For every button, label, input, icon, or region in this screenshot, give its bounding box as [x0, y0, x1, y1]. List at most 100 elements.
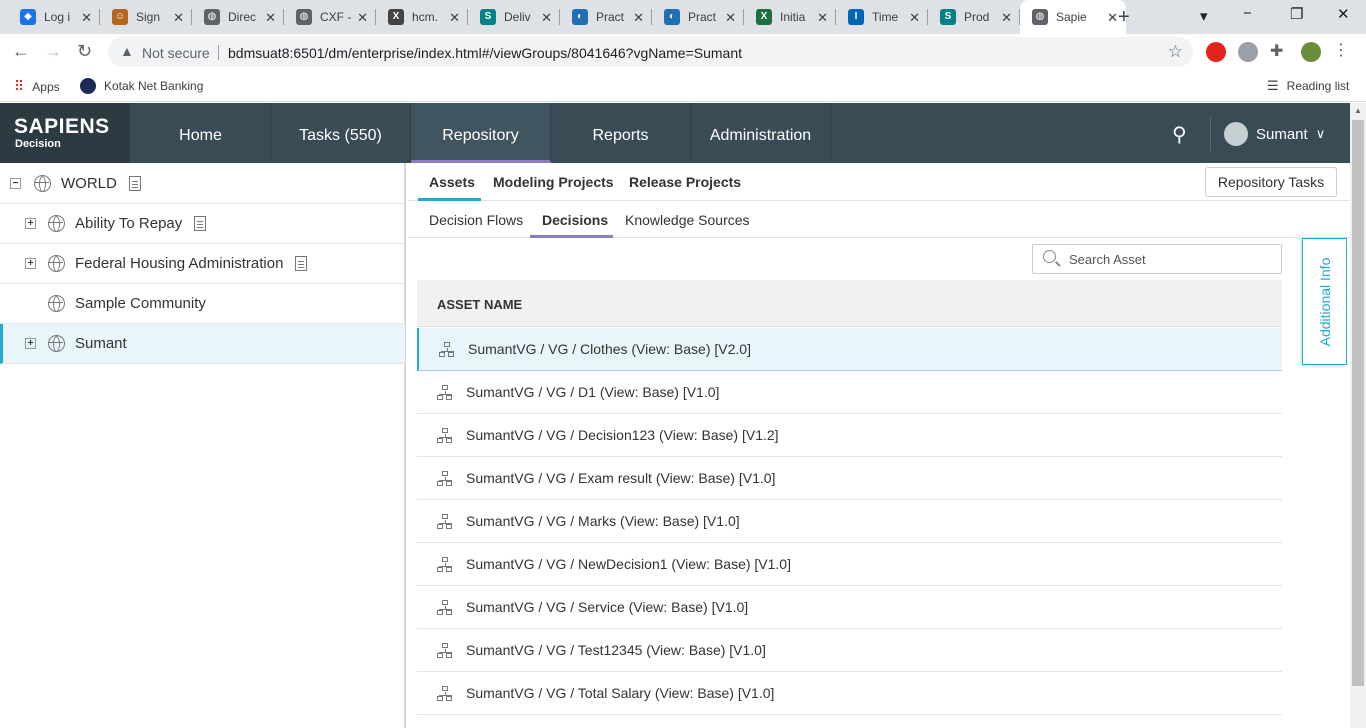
tab-title: Prod: [964, 10, 990, 24]
browser-tab[interactable]: ◍ Sapie ✕: [1020, 0, 1126, 34]
asset-name[interactable]: SumantVG / VG / NewDecision1 (View: Base…: [466, 556, 791, 572]
tab-search-icon[interactable]: ▾: [1200, 7, 1208, 25]
address-bar[interactable]: ▲ Not secure bdmsuat8:6501/dm/enterprise…: [108, 37, 1193, 67]
collapse-icon[interactable]: −: [10, 178, 21, 189]
sapiens-logo[interactable]: SAPIENS Decision: [0, 103, 130, 163]
search-icon[interactable]: ⚲: [1172, 122, 1187, 147]
document-icon[interactable]: [129, 176, 141, 191]
tree-node[interactable]: + Federal Housing Administration: [0, 244, 405, 284]
browser-tab[interactable]: ☺ Sign ✕: [100, 0, 192, 34]
globe-icon: [48, 255, 65, 272]
profile-avatar[interactable]: [1301, 42, 1321, 62]
back-icon[interactable]: ←: [12, 41, 30, 62]
minimize-icon[interactable]: −: [1243, 5, 1252, 22]
extension-icon[interactable]: [1238, 42, 1258, 62]
close-tab-icon[interactable]: ✕: [173, 10, 184, 26]
decision-tree-icon: [439, 342, 456, 358]
subtab-decision-flows[interactable]: Decision Flows: [429, 212, 523, 228]
maximize-icon[interactable]: ❐: [1290, 5, 1303, 23]
bookmark-apps[interactable]: ⠿ Apps: [14, 78, 60, 95]
browser-tab[interactable]: ◐ Pract ✕: [652, 0, 744, 34]
subtab-knowledge-sources[interactable]: Knowledge Sources: [625, 212, 750, 228]
scrollbar-thumb[interactable]: [1352, 120, 1364, 686]
table-row[interactable]: SumantVG / VG / Service (View: Base) [V1…: [417, 586, 1282, 629]
browser-tab[interactable]: S Prod ✕: [928, 0, 1020, 34]
repository-tasks-button[interactable]: Repository Tasks: [1205, 167, 1337, 197]
table-row[interactable]: SumantVG / VG / NewDecision1 (View: Base…: [417, 543, 1282, 586]
close-tab-icon[interactable]: ✕: [449, 10, 460, 26]
reload-icon[interactable]: ↻: [77, 41, 92, 62]
asset-name[interactable]: SumantVG / VG / Total Salary (View: Base…: [466, 685, 774, 701]
table-row[interactable]: SumantVG / VG / Decision123 (View: Base)…: [417, 414, 1282, 457]
globe-icon: [48, 335, 65, 352]
tab-title: Sapie: [1056, 10, 1087, 24]
expand-icon[interactable]: +: [25, 338, 36, 349]
nav-item-tasks[interactable]: Tasks (550): [271, 103, 411, 163]
bookmark-star-icon[interactable]: ☆: [1168, 42, 1183, 62]
close-tab-icon[interactable]: ✕: [1107, 10, 1118, 26]
puzzle-icon[interactable]: ✚: [1270, 41, 1290, 61]
nav-item-repository[interactable]: Repository: [411, 103, 551, 163]
tree-node[interactable]: Sample Community: [0, 284, 405, 324]
bookmark-kotak[interactable]: Kotak Net Banking: [80, 78, 203, 94]
nav-item-home[interactable]: Home: [131, 103, 271, 163]
close-tab-icon[interactable]: ✕: [81, 10, 92, 26]
tab-assets[interactable]: Assets: [429, 174, 475, 190]
table-row[interactable]: SumantVG / VG / Marks (View: Base) [V1.0…: [417, 500, 1282, 543]
nav-item-reports[interactable]: Reports: [551, 103, 691, 163]
user-menu[interactable]: Sumant ∨: [1224, 122, 1325, 146]
page-scrollbar[interactable]: ▲: [1350, 103, 1366, 728]
nav-item-administration[interactable]: Administration: [691, 103, 831, 163]
url-text[interactable]: bdmsuat8:6501/dm/enterprise/index.html#/…: [228, 45, 742, 61]
search-asset-input[interactable]: Search Asset: [1032, 244, 1282, 274]
table-row[interactable]: SumantVG / VG / Clothes (View: Base) [V2…: [417, 328, 1282, 371]
browser-tab[interactable]: ◐ Pract ✕: [560, 0, 652, 34]
close-tab-icon[interactable]: ✕: [909, 10, 920, 26]
browser-tab[interactable]: ◍ CXF - ✕: [284, 0, 376, 34]
tree-node[interactable]: + Sumant: [0, 324, 405, 364]
browser-tab[interactable]: Xhcm. ✕: [376, 0, 468, 34]
forward-icon[interactable]: →: [44, 41, 62, 62]
reading-list[interactable]: ☰ Reading list: [1267, 78, 1349, 94]
document-icon[interactable]: [194, 216, 206, 231]
asset-name[interactable]: SumantVG / VG / Clothes (View: Base) [V2…: [468, 341, 751, 357]
close-tab-icon[interactable]: ✕: [633, 10, 644, 26]
close-tab-icon[interactable]: ✕: [541, 10, 552, 26]
asset-name[interactable]: SumantVG / VG / Test12345 (View: Base) […: [466, 642, 766, 658]
asset-name[interactable]: SumantVG / VG / Decision123 (View: Base)…: [466, 427, 779, 443]
document-icon[interactable]: [295, 256, 307, 271]
asset-name[interactable]: SumantVG / VG / Exam result (View: Base)…: [466, 470, 775, 486]
asset-name[interactable]: SumantVG / VG / D1 (View: Base) [V1.0]: [466, 384, 719, 400]
new-tab-button[interactable]: +: [1118, 6, 1130, 29]
asset-name[interactable]: SumantVG / VG / Service (View: Base) [V1…: [466, 599, 748, 615]
browser-tab[interactable]: ◆ Log i ✕: [8, 0, 100, 34]
tab-modeling-projects[interactable]: Modeling Projects: [493, 174, 614, 190]
browser-tab[interactable]: I Time ✕: [836, 0, 928, 34]
tab-title: Deliv: [504, 10, 531, 24]
table-row[interactable]: SumantVG / VG / D1 (View: Base) [V1.0]: [417, 371, 1282, 414]
expand-icon[interactable]: +: [25, 258, 36, 269]
browser-tab[interactable]: S Deliv ✕: [468, 0, 560, 34]
close-window-icon[interactable]: ✕: [1337, 5, 1350, 23]
menu-icon[interactable]: ⋮: [1333, 40, 1353, 60]
close-tab-icon[interactable]: ✕: [725, 10, 736, 26]
browser-tab[interactable]: X Initia ✕: [744, 0, 836, 34]
tree-node[interactable]: − WORLD: [0, 164, 405, 204]
scroll-up-arrow-icon[interactable]: ▲: [1354, 106, 1362, 115]
close-tab-icon[interactable]: ✕: [817, 10, 828, 26]
subtab-decisions[interactable]: Decisions: [542, 212, 608, 228]
asset-name[interactable]: SumantVG / VG / Marks (View: Base) [V1.0…: [466, 513, 740, 529]
adblock-extension-icon[interactable]: [1206, 42, 1226, 62]
additional-info-button[interactable]: Additional Info: [1302, 238, 1347, 365]
close-tab-icon[interactable]: ✕: [357, 10, 368, 26]
expand-icon[interactable]: +: [25, 218, 36, 229]
close-tab-icon[interactable]: ✕: [265, 10, 276, 26]
table-row[interactable]: SumantVG / VG / Test12345 (View: Base) […: [417, 629, 1282, 672]
table-row[interactable]: SumantVG / VG / Total Salary (View: Base…: [417, 672, 1282, 715]
browser-tab[interactable]: ◍ Direc ✕: [192, 0, 284, 34]
tab-release-projects[interactable]: Release Projects: [629, 174, 741, 190]
close-tab-icon[interactable]: ✕: [1001, 10, 1012, 26]
table-row[interactable]: SumantVG / VG / Exam result (View: Base)…: [417, 457, 1282, 500]
tree-node[interactable]: + Ability To Repay: [0, 204, 405, 244]
column-header-asset-name[interactable]: ASSET NAME: [437, 297, 522, 312]
